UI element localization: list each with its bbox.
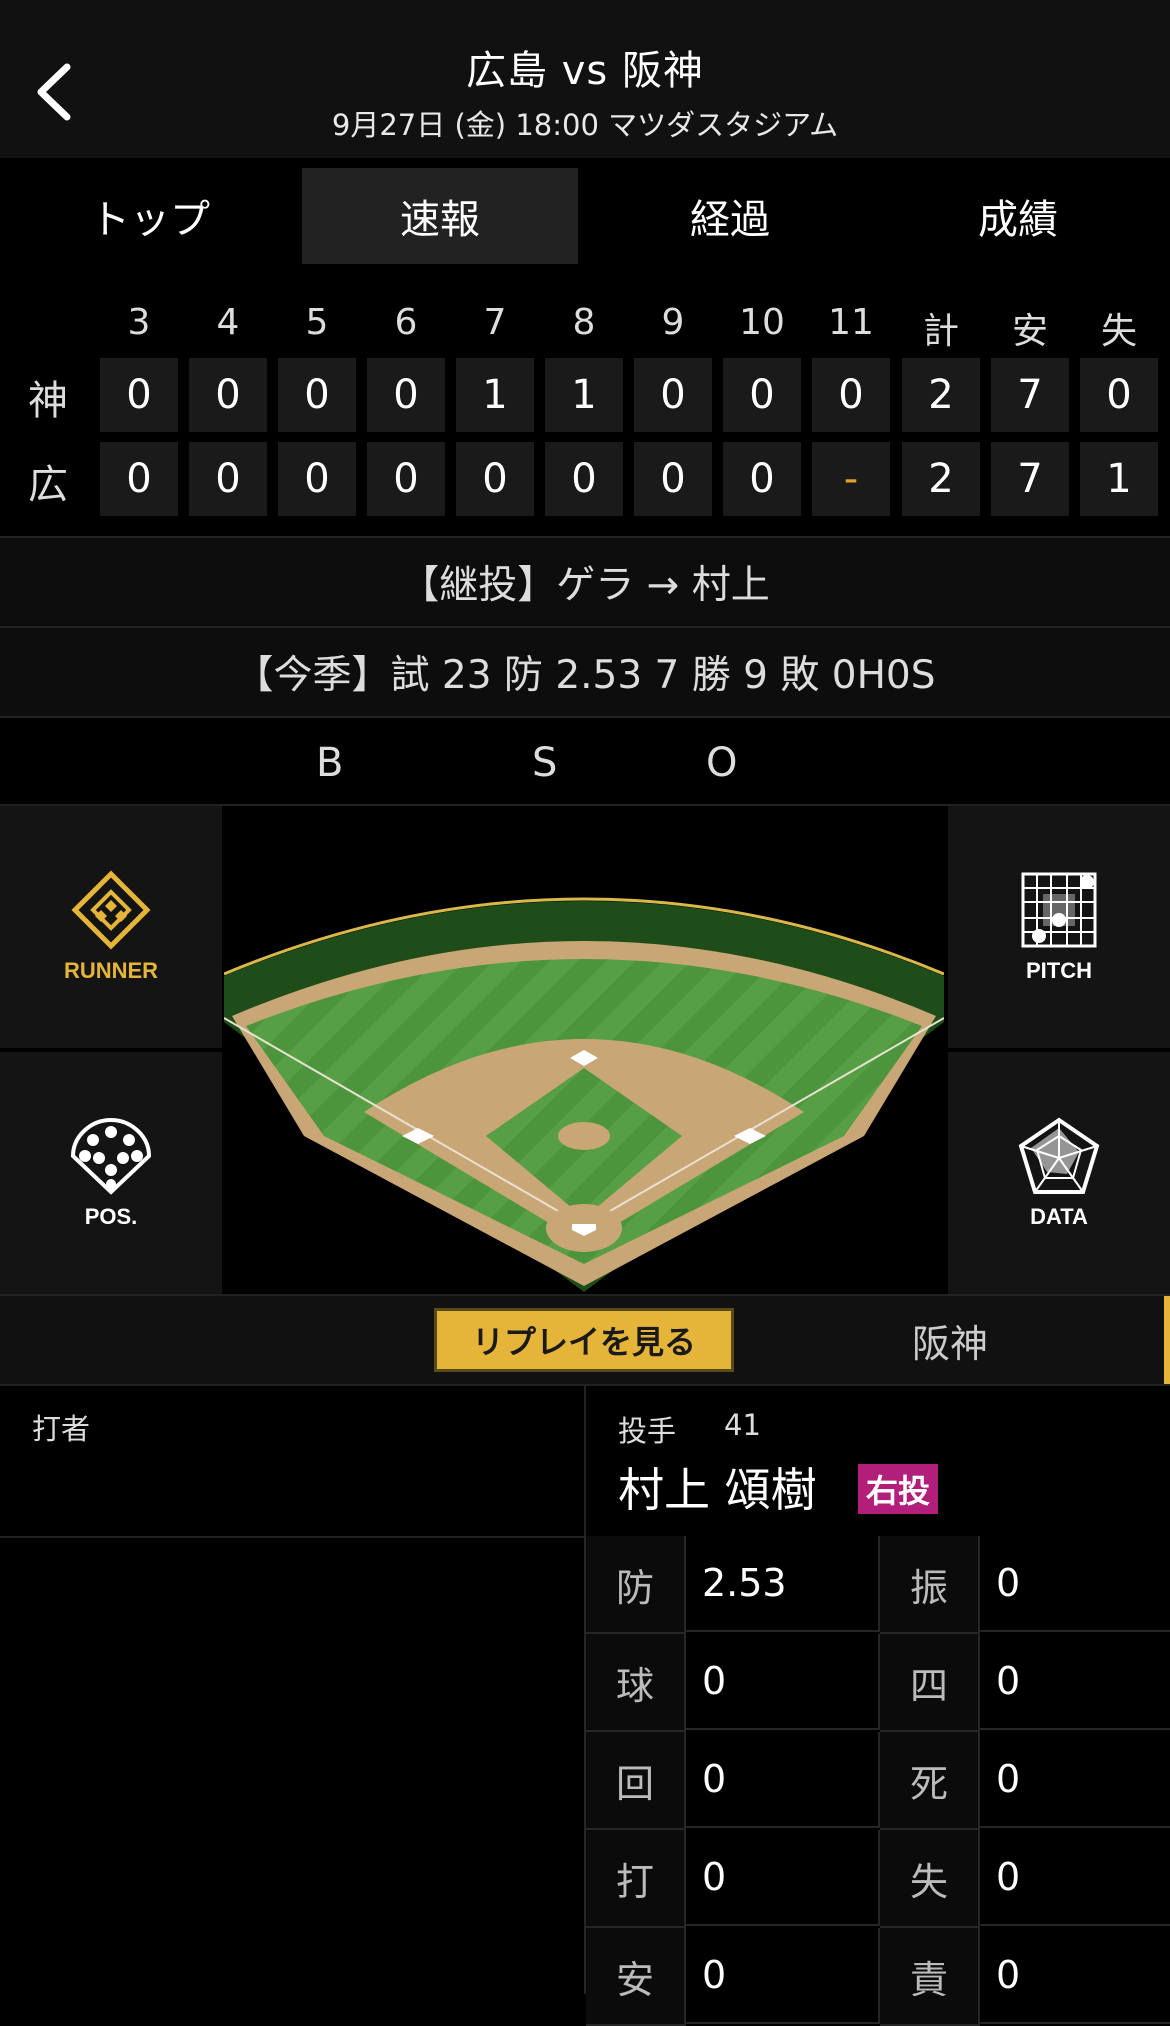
radar-chart-icon [1018,1117,1100,1194]
season-info: 【今季】試 23 防 2.53 7 勝 9 敗 0H0S [0,626,1170,716]
stat-value-strikeouts: 0 [980,1536,1170,1632]
hits-cell: 7 [991,358,1069,432]
score-cell: 0 [100,442,178,516]
score-cell: 0 [634,442,712,516]
stat-value-pitches: 0 [686,1634,880,1730]
score-cell: 1 [456,358,534,432]
inning-header: 10 [739,302,785,343]
data-label: DATA [1030,1204,1088,1229]
stat-key-runs: 失 [880,1830,980,1928]
score-cell: 0 [723,358,801,432]
stat-key-strikeouts: 振 [880,1536,980,1634]
score-cell: 0 [634,358,712,432]
stat-key-era: 防 [586,1536,686,1634]
score-cell: 0 [189,358,267,432]
stat-value-runs: 0 [980,1830,1170,1926]
pos-button[interactable]: POS. [0,1052,222,1294]
total-runs-header: 計 [922,311,959,352]
stat-value-era: 2.53 [686,1536,880,1632]
stat-value-hbp: 0 [980,1732,1170,1828]
pitcher-number: 41 [724,1408,761,1442]
game-title: 広島 vs 阪神 [466,48,704,94]
runner-label: RUNNER [63,958,159,983]
ball-count-label: B [316,740,344,786]
stat-value-walks: 0 [980,1634,1170,1730]
errors-cell: 0 [1080,358,1158,432]
inning-header: 11 [828,302,874,343]
tab-stats[interactable]: 成績 [880,168,1156,264]
strike-count-label: S [532,740,558,786]
inning-header: 3 [127,302,151,343]
score-cell: 0 [189,442,267,516]
total-runs-cell: 2 [902,442,980,516]
score-cell: 0 [100,358,178,432]
positions-icon [70,1117,152,1195]
throws-badge: 右投 [858,1464,939,1514]
inning-header: 6 [394,302,418,343]
field-area: RUNNER POS. PITCH DATA [0,804,1170,1294]
stat-key-walks: 四 [880,1634,980,1732]
score-cell: 0 [367,358,445,432]
score-cell: 1 [545,358,623,432]
relief-info: 【継投】ゲラ → 村上 [0,536,1170,626]
tab-top[interactable]: トップ [12,168,288,264]
score-cell: 0 [812,358,890,432]
stat-value-earned-runs: 0 [980,1928,1170,2024]
scoreboard: 3 4 5 6 7 8 9 10 11 計 安 失 神 0 0 0 0 1 1 … [0,278,1170,534]
inning-header: 4 [216,302,240,343]
tab-bar: トップ 速報 経過 成績 [0,158,1170,278]
pitcher-stats-grid: 防 2.53 振 0 球 0 四 0 回 0 死 0 打 0 失 0 安 0 責… [584,1536,1170,2026]
errors-header: 失 [1100,311,1137,352]
header-bar: 広島 vs 阪神 9月27日 (金) 18:00 マツダスタジアム [0,0,1170,158]
errors-cell: 1 [1080,442,1158,516]
stat-key-pitches: 球 [586,1634,686,1732]
score-cell-pending: - [812,442,890,516]
pitcher-name: 村上 頌樹 [618,1463,817,1517]
score-cell: 0 [278,358,356,432]
pos-label: POS. [84,1204,138,1229]
total-runs-cell: 2 [902,358,980,432]
active-indicator [1164,1296,1170,1384]
stat-key-batters: 打 [586,1830,686,1928]
baseball-field [224,897,944,1292]
tab-progress[interactable]: 経過 [592,168,868,264]
score-cell: 0 [367,442,445,516]
out-count-label: O [706,740,738,786]
hits-cell: 7 [991,442,1069,516]
data-button[interactable]: DATA [948,1052,1170,1294]
pitcher-panel: 投手 41 村上 頌樹 右投 [584,1384,1170,1538]
runner-diamond-icon [71,870,151,950]
stat-value-innings: 0 [686,1732,880,1828]
inning-header: 7 [483,302,507,343]
inning-header: 9 [661,302,685,343]
team-tab-hanshin[interactable]: 阪神 [770,1306,1130,1374]
score-cell: 0 [545,442,623,516]
score-cell: 0 [456,442,534,516]
stat-key-earned-runs: 責 [880,1928,980,2026]
hits-header: 安 [1011,311,1048,352]
batter-heading: 打者 [32,1412,91,1446]
stat-key-hits: 安 [586,1928,686,2026]
tab-live[interactable]: 速報 [302,168,578,264]
replay-bar: リプレイを見る 阪神 [0,1294,1170,1384]
pitcher-role-label: 投手 [618,1414,677,1448]
stat-value-hits: 0 [686,1928,880,2024]
stat-key-hbp: 死 [880,1732,980,1830]
game-subtitle: 9月27日 (金) 18:00 マツダスタジアム [331,108,839,142]
score-cell: 0 [278,442,356,516]
inning-header: 5 [305,302,329,343]
runner-button[interactable]: RUNNER [0,806,222,1048]
team-label-home: 広 [28,462,68,508]
score-cell: 0 [723,442,801,516]
pitch-grid-icon [1021,872,1097,948]
pitch-button[interactable]: PITCH [948,806,1170,1048]
replay-button[interactable]: リプレイを見る [434,1308,734,1372]
stat-value-batters: 0 [686,1830,880,1926]
inning-header: 8 [572,302,596,343]
stat-key-innings: 回 [586,1732,686,1830]
pitch-label: PITCH [1026,958,1092,983]
batter-panel: 打者 [0,1384,584,1538]
team-label-away: 神 [28,378,68,424]
count-bar: B S O [0,716,1170,806]
